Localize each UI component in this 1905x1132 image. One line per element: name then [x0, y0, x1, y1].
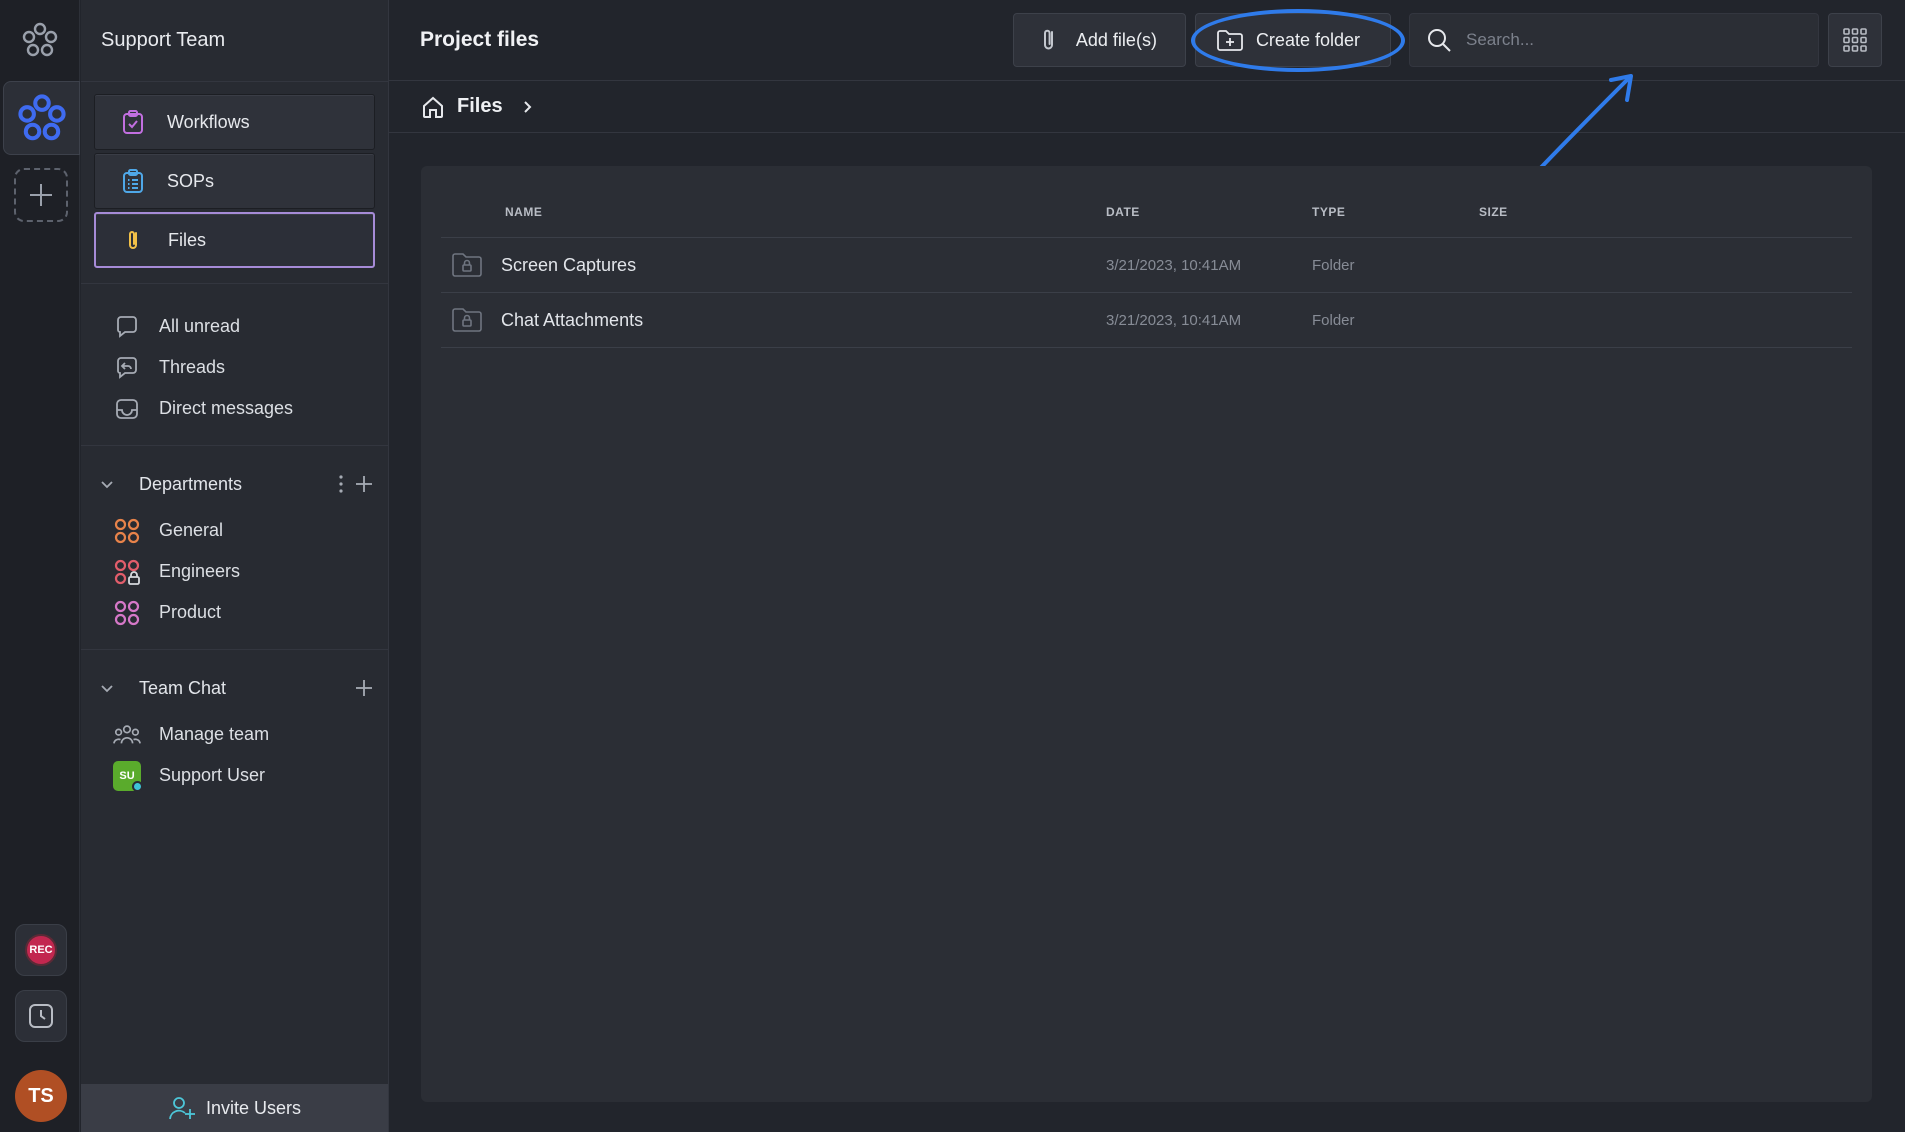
channel-grid-icon	[113, 599, 141, 627]
locked-folder-icon	[451, 305, 483, 335]
breadcrumb: Files	[389, 81, 1905, 133]
inbox-icon	[113, 395, 141, 423]
nav-label: Workflows	[167, 111, 250, 132]
nav-label: Files	[168, 229, 207, 250]
sidebar-item-label: Manage team	[159, 724, 270, 744]
clock-icon	[29, 1004, 53, 1028]
sidebar-item-label: Support User	[159, 765, 266, 785]
thread-reply-icon	[113, 354, 141, 382]
search-box[interactable]	[1409, 13, 1819, 67]
rec-badge: REC	[25, 934, 57, 966]
add-files-label: Add file(s)	[1075, 29, 1157, 50]
sidebar-item-label: Direct messages	[159, 398, 294, 418]
search-input[interactable]	[1466, 30, 1806, 50]
clipboard-check-icon	[119, 108, 147, 136]
departments-section: Departments General Engineers Product	[81, 446, 388, 650]
invite-users-button[interactable]: Invite Users	[81, 1084, 388, 1132]
chevron-down-icon[interactable]	[99, 680, 119, 696]
user-avatar[interactable]: TS	[15, 1070, 67, 1122]
sidebar-item-direct-messages[interactable]: Direct messages	[81, 388, 388, 429]
workspace-name[interactable]: Support Team	[81, 0, 388, 82]
chat-bubble-icon	[113, 313, 141, 341]
sidebar-item-label: Threads	[159, 357, 226, 377]
inbox-section: All unread Threads Direct messages	[81, 284, 388, 446]
left-rail: REC TS	[0, 0, 80, 1132]
clipboard-list-icon	[119, 167, 147, 195]
top-toolbar: Project files Add file(s) Create folder …	[389, 0, 1905, 81]
record-button[interactable]: REC	[15, 924, 67, 976]
file-name: Screen Captures	[501, 254, 637, 275]
invite-label: Invite Users	[205, 1097, 302, 1118]
workspace-switcher-support-team[interactable]	[3, 81, 80, 155]
breadcrumb-files[interactable]: Files	[457, 95, 503, 118]
team-chat-title: Team Chat	[139, 677, 227, 698]
create-folder-label: Create folder	[1255, 29, 1360, 50]
file-date: 3/21/2023, 10:41AM	[1106, 256, 1242, 274]
channel-grid-icon	[113, 517, 141, 545]
more-vertical-icon[interactable]	[338, 474, 344, 494]
channel-general[interactable]: General	[81, 510, 388, 551]
nav-label: SOPs	[167, 170, 215, 191]
sidebar-item-all-unread[interactable]: All unread	[81, 306, 388, 347]
channel-product[interactable]: Product	[81, 592, 388, 633]
channel-label: Engineers	[159, 561, 241, 581]
column-header-date[interactable]: DATE	[1106, 205, 1312, 219]
main-content: Project files Add file(s) Create folder …	[389, 0, 1905, 1132]
workspace-logo-icon	[17, 94, 66, 141]
add-user-icon	[169, 1097, 195, 1120]
departments-title: Departments	[139, 473, 243, 494]
chevron-down-icon[interactable]	[99, 476, 119, 492]
add-chat-icon[interactable]	[354, 678, 374, 698]
team-icon	[113, 721, 141, 749]
add-files-button[interactable]: Add file(s)	[1012, 13, 1186, 67]
column-header-type[interactable]: TYPE	[1312, 205, 1479, 219]
file-date: 3/21/2023, 10:41AM	[1106, 311, 1242, 329]
column-header-name[interactable]: NAME	[441, 205, 1106, 219]
table-header: NAME DATE TYPE SIZE	[441, 186, 1852, 238]
nav-files[interactable]: Files	[94, 212, 375, 268]
team-chat-header[interactable]: Team Chat	[81, 668, 388, 708]
file-name: Chat Attachments	[501, 309, 644, 330]
column-header-size[interactable]: SIZE	[1479, 205, 1679, 219]
sidebar: Support Team Workflows SOPs Files All un…	[81, 0, 389, 1132]
sidebar-item-manage-team[interactable]: Manage team	[81, 714, 388, 755]
channel-label: General	[159, 520, 224, 540]
folder-plus-icon	[1216, 26, 1244, 54]
apps-menu-button[interactable]	[1828, 13, 1882, 67]
table-row[interactable]: Screen Captures 3/21/2023, 10:41AM Folde…	[441, 238, 1852, 293]
channel-label: Product	[159, 602, 222, 622]
paperclip-icon	[120, 226, 148, 254]
departments-header[interactable]: Departments	[81, 464, 388, 504]
nav-workflows[interactable]: Workflows	[94, 94, 375, 150]
support-user-avatar: SU	[113, 760, 143, 792]
channel-engineers[interactable]: Engineers	[81, 551, 388, 592]
team-chat-section: Team Chat Manage team SU Support User	[81, 650, 388, 812]
history-button[interactable]	[15, 990, 67, 1042]
create-folder-button[interactable]: Create folder	[1190, 9, 1406, 72]
nav-sops[interactable]: SOPs	[94, 153, 375, 209]
app-window: REC TS Support Team Workflows SOPs Files…	[0, 0, 1905, 1132]
file-type: Folder	[1312, 311, 1355, 329]
sidebar-item-threads[interactable]: Threads	[81, 347, 388, 388]
online-status-dot	[132, 780, 143, 792]
apps-grid-icon	[1843, 28, 1867, 52]
add-workspace-button[interactable]	[14, 168, 68, 222]
dm-support-user[interactable]: SU Support User	[81, 755, 388, 796]
page-title: Project files	[420, 28, 540, 51]
add-department-icon[interactable]	[354, 474, 374, 494]
channel-grid-lock-icon	[113, 558, 141, 586]
app-logo-icon[interactable]	[20, 20, 60, 60]
chevron-right-icon	[519, 99, 535, 115]
home-icon[interactable]	[421, 95, 445, 119]
plus-icon	[30, 184, 52, 206]
files-table-panel: NAME DATE TYPE SIZE Screen Captures 3/21…	[421, 166, 1872, 1102]
file-type: Folder	[1312, 256, 1355, 274]
paperclip-icon	[1036, 26, 1064, 54]
sidebar-item-label: All unread	[159, 316, 241, 336]
table-row[interactable]: Chat Attachments 3/21/2023, 10:41AM Fold…	[441, 293, 1852, 348]
primary-nav: Workflows SOPs Files	[81, 82, 388, 284]
locked-folder-icon	[451, 250, 483, 280]
search-icon	[1428, 29, 1451, 52]
